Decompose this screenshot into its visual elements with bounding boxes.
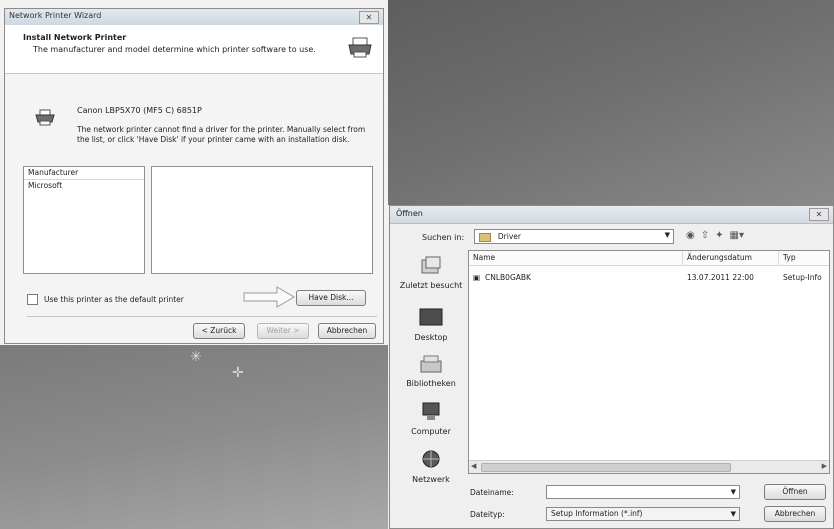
open-file-dialog: Öffnen ✕ Suchen in: Driver ▼ ◉ ⇧ ✦ ▦▾ Zu… [389,205,834,529]
up-folder-icon[interactable]: ⇧ [701,230,709,241]
folder-icon [479,233,491,242]
place-label: Netzwerk [412,475,450,484]
chevron-down-icon: ▼ [730,510,736,518]
column-header-name[interactable]: Name [469,251,683,265]
horizontal-scrollbar[interactable]: ◀ ▶ [469,460,829,473]
list-item[interactable]: Microsoft [24,180,144,192]
wizard-heading: Install Network Printer [23,33,127,42]
printer-model-name: Canon LBP5X70 (MF5 C) 6851P [77,106,202,115]
new-folder-icon[interactable]: ✦ [715,230,723,241]
place-label: Bibliotheken [406,379,456,388]
place-label: Desktop [414,333,448,342]
back-button[interactable]: < Zurück [193,323,245,339]
manufacturer-list-header: Manufacturer [24,167,144,180]
place-recent[interactable]: Zuletzt besucht [396,256,466,290]
open-button[interactable]: Öffnen [764,484,826,500]
network-icon [422,450,440,468]
view-menu-icon[interactable]: ▦▾ [730,230,744,241]
back-icon[interactable]: ◉ [686,230,695,241]
sparkle-icon: ✳ [190,349,202,365]
wizard-subheading: The manufacturer and model determine whi… [33,45,316,54]
filename-input[interactable]: ▼ [546,485,740,499]
wizard-close-button[interactable]: ✕ [359,11,379,24]
look-in-label: Suchen in: [422,233,465,242]
wizard-cancel-button[interactable]: Abbrechen [318,323,376,339]
network-printer-wizard-dialog: Network Printer Wizard ✕ Install Network… [4,8,384,344]
file-name: CNLB0GABK [485,273,531,282]
recent-places-icon [421,256,441,274]
open-dialog-titlebar[interactable]: Öffnen ✕ [390,206,833,224]
computer-icon [422,402,440,420]
place-computer[interactable]: Computer [396,402,466,436]
filetype-value: Setup Information (*.inf) [551,509,643,518]
look-in-value: Driver [497,232,521,241]
printers-list[interactable] [151,166,373,274]
default-printer-checkbox[interactable] [27,294,38,305]
column-header-type[interactable]: Typ [779,251,830,265]
chevron-down-icon: ▼ [664,231,670,239]
chevron-down-icon[interactable]: ▼ [731,486,736,498]
filetype-dropdown[interactable]: Setup Information (*.inf) ▼ [546,507,740,521]
file-date: 13.07.2011 22:00 [687,273,754,282]
default-printer-label: Use this printer as the default printer [44,295,184,304]
libraries-icon [420,355,442,373]
default-printer-option[interactable]: Use this printer as the default printer [27,294,184,305]
printer-icon [348,37,372,58]
desktop-background-bottom: ✳ ✛ [0,345,388,529]
wizard-header: Install Network Printer The manufacturer… [5,25,383,74]
open-dialog-cancel-button[interactable]: Abbrechen [764,506,826,522]
place-desktop[interactable]: Desktop [396,308,466,342]
desktop-icon [419,308,443,326]
have-disk-button[interactable]: Have Disk... [296,290,366,306]
printer-icon [35,109,55,126]
wizard-title: Network Printer Wizard [9,11,102,20]
open-dialog-title: Öffnen [396,209,423,218]
scrollbar-thumb[interactable] [481,463,731,472]
driver-info-text: The network printer cannot find a driver… [77,125,366,144]
column-header-date[interactable]: Änderungsdatum [683,251,779,265]
file-list-pane[interactable]: Name Änderungsdatum Typ ▣ CNLB0GABK 13.0… [468,250,830,474]
mouse-cursor-icon: ✛ [232,365,244,381]
setup-file-icon: ▣ [473,273,481,282]
open-dialog-close-button[interactable]: ✕ [809,208,829,221]
scroll-right-icon[interactable]: ▶ [822,462,827,470]
open-dialog-toolbar: ◉ ⇧ ✦ ▦▾ [686,230,744,241]
arrow-pointer-icon [243,286,295,308]
desktop-background-top [388,0,834,205]
place-libraries[interactable]: Bibliotheken [396,354,466,388]
wizard-titlebar[interactable]: Network Printer Wizard ✕ [5,9,383,26]
place-network[interactable]: Netzwerk [396,450,466,484]
look-in-dropdown[interactable]: Driver ▼ [474,229,674,244]
file-type: Setup-Info [783,273,822,282]
manufacturer-list[interactable]: Manufacturer Microsoft [23,166,145,274]
scroll-left-icon[interactable]: ◀ [471,462,476,470]
next-button[interactable]: Weiter > [257,323,309,339]
filetype-label: Dateityp: [470,510,505,519]
wizard-divider [27,316,377,317]
place-label: Zuletzt besucht [399,281,463,290]
place-label: Computer [411,427,451,436]
filename-label: Dateiname: [470,488,514,497]
